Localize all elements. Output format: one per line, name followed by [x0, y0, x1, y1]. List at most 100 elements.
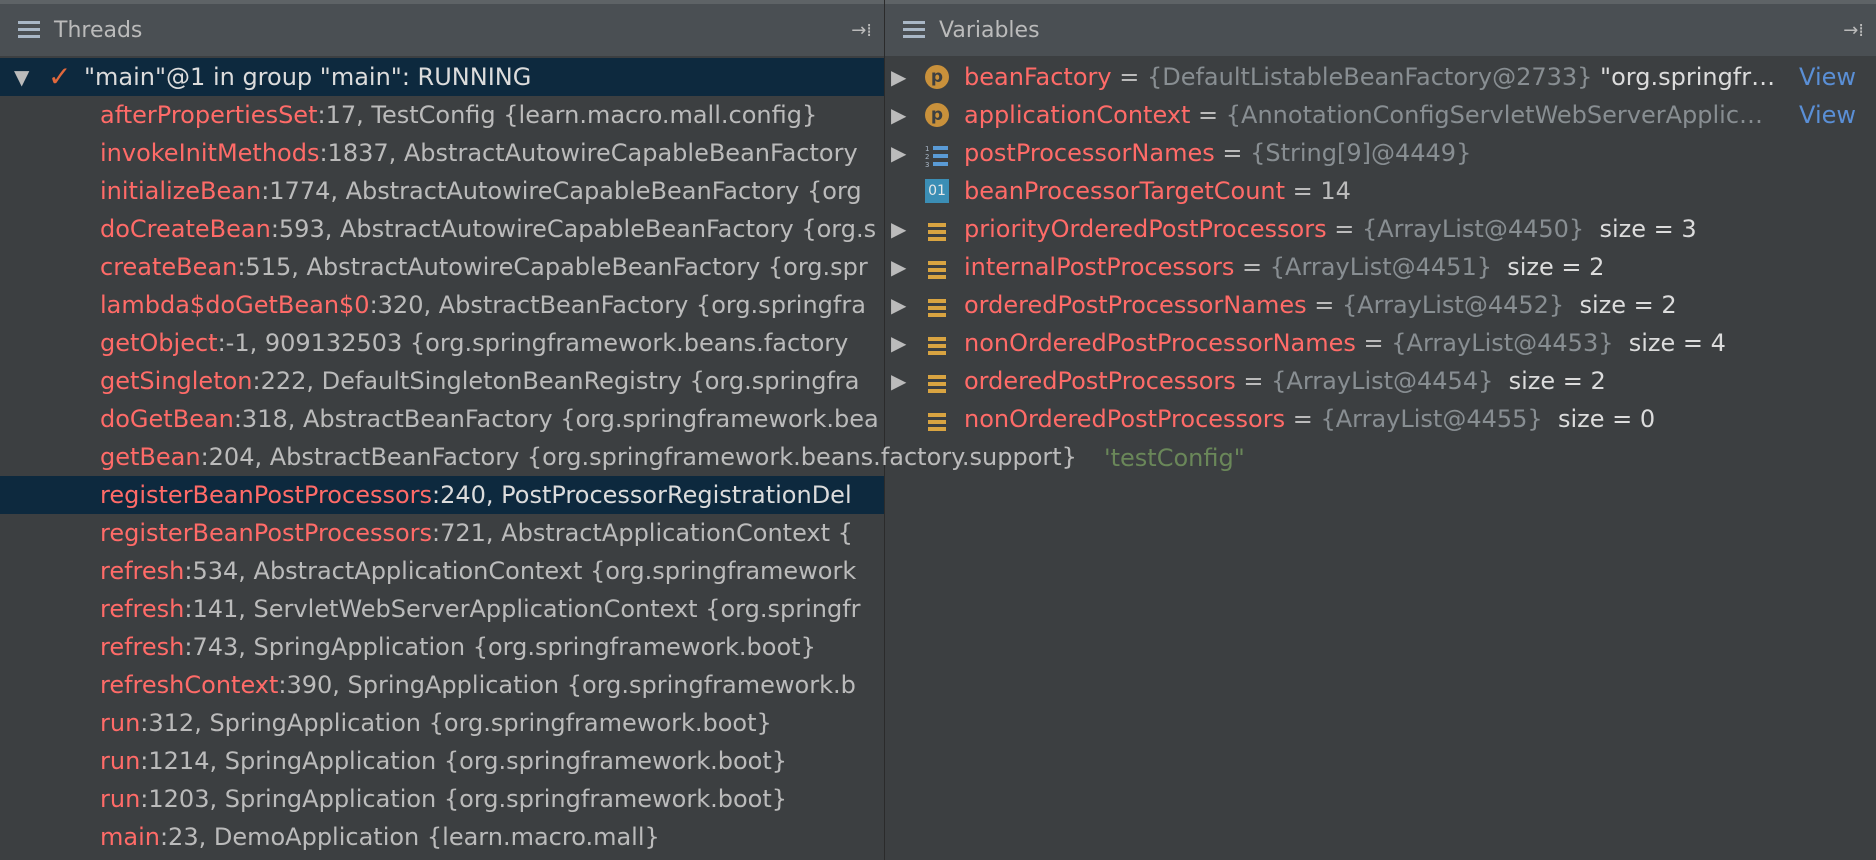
variable-row-beanFactory[interactable]: ▶ p beanFactory = {DefaultListableBeanFa… [885, 58, 1876, 96]
frame-row[interactable]: refresh:141, ServletWebServerApplication… [0, 590, 884, 628]
frame-row[interactable]: refresh:534, AbstractApplicationContext … [0, 552, 884, 590]
frame-row-selected[interactable]: registerBeanPostProcessors:240, PostProc… [0, 476, 884, 514]
variable-type: {ArrayList@4453} [1391, 329, 1614, 357]
variable-size: size = 3 [1584, 215, 1697, 243]
variable-name: applicationContext [964, 101, 1191, 129]
variable-row-orderedPostProcessors[interactable]: ▶ orderedPostProcessors = {ArrayList@445… [885, 362, 1876, 400]
array-icon: 1 2 3 [925, 141, 949, 169]
variable-name: internalPostProcessors [964, 253, 1235, 281]
frame-location: :390, SpringApplication {org.springframe… [278, 671, 856, 699]
variable-op: = [1190, 101, 1226, 129]
expand-triangle-icon[interactable]: ▼ [14, 58, 29, 96]
frame-row[interactable]: main:23, DemoApplication {learn.macro.ma… [0, 818, 884, 856]
frame-method: initializeBean [100, 177, 262, 205]
variable-type: {DefaultListableBeanFactory@2733} [1146, 63, 1593, 91]
frame-location: :318, AbstractBeanFactory {org.springfra… [233, 405, 879, 433]
frame-row[interactable]: doCreateBean:593, AbstractAutowireCapabl… [0, 210, 884, 248]
frame-row[interactable]: refreshContext:390, SpringApplication {o… [0, 666, 884, 704]
frame-location: :721, AbstractApplicationContext { [432, 519, 853, 547]
frame-method: getSingleton [100, 367, 253, 395]
frame-method: run [100, 709, 141, 737]
expand-triangle-icon[interactable]: ▶ [891, 248, 906, 286]
variable-name: postProcessorNames [964, 139, 1215, 167]
variable-type: {ArrayList@4455} [1320, 405, 1543, 433]
variables-list: ▶ p beanFactory = {DefaultListableBeanFa… [885, 58, 1876, 438]
frame-row[interactable]: getSingleton:222, DefaultSingletonBeanRe… [0, 362, 884, 400]
expand-triangle-icon[interactable]: ▶ [891, 362, 906, 400]
frame-method: invokeInitMethods [100, 139, 320, 167]
frame-row[interactable]: getObject:-1, 909132503 {org.springframe… [0, 324, 884, 362]
variable-name: orderedPostProcessors [964, 367, 1236, 395]
variable-op: = [1235, 367, 1272, 395]
frame-row[interactable]: refresh:743, SpringApplication {org.spri… [0, 628, 884, 666]
frame-location: :1203, SpringApplication {org.springfram… [140, 785, 788, 813]
pin-icon[interactable]: →⁞ [851, 20, 872, 41]
frame-row[interactable]: invokeInitMethods:1837, AbstractAutowire… [0, 134, 884, 172]
pin-icon[interactable]: →⁞ [1843, 20, 1864, 41]
frame-method: getBean [100, 443, 201, 471]
frame-location: :593, AbstractAutowireCapableBeanFactory… [270, 215, 877, 243]
variable-name: nonOrderedPostProcessorNames [964, 329, 1356, 357]
variable-row-orderedPostProcessorNames[interactable]: ▶ orderedPostProcessorNames = {ArrayList… [885, 286, 1876, 324]
expand-triangle-icon[interactable]: ▶ [891, 324, 906, 362]
svg-text:3: 3 [925, 161, 929, 168]
expand-triangle-icon[interactable]: ▶ [891, 210, 906, 248]
variables-panel: Variables →⁞ ▶ p beanFactory = {DefaultL… [884, 0, 1876, 860]
checkmark-icon: ✓ [48, 60, 72, 93]
variable-name: beanProcessorTargetCount [964, 177, 1286, 205]
variable-op: = [1285, 405, 1321, 433]
variable-row-beanProcessorTargetCount[interactable]: 01 beanProcessorTargetCount = 14 [885, 172, 1876, 210]
frame-method: getObject [100, 329, 218, 357]
frame-location: :1774, AbstractAutowireCapableBeanFactor… [261, 177, 862, 205]
variable-row-nonOrderedPostProcessorNames[interactable]: ▶ nonOrderedPostProcessorNames = {ArrayL… [885, 324, 1876, 362]
frame-row[interactable]: run:1214, SpringApplication {org.springf… [0, 742, 884, 780]
frame-row[interactable]: run:312, SpringApplication {org.springfr… [0, 704, 884, 742]
frame-row[interactable]: doGetBean:318, AbstractBeanFactory {org.… [0, 400, 884, 438]
frame-method: afterPropertiesSet [100, 101, 318, 129]
variable-size: size = 2 [1564, 291, 1677, 319]
expand-triangle-icon[interactable]: ▶ [891, 96, 906, 134]
variable-size: size = 0 [1542, 405, 1656, 433]
frame-location: :204, AbstractBeanFactory {org.springfra… [200, 443, 1077, 471]
variables-title: Variables [939, 17, 1040, 43]
variable-row-postProcessorNames[interactable]: ▶ 1 2 3 postProcessorNames = {String[9]@… [885, 134, 1876, 172]
p-field-icon: p [925, 65, 949, 89]
variable-row-internalPostProcessors[interactable]: ▶ internalPostProcessors = {ArrayList@44… [885, 248, 1876, 286]
frame-method: refresh [100, 557, 185, 585]
frame-row[interactable]: initializeBean:1774, AbstractAutowireCap… [0, 172, 884, 210]
variable-op: = [1355, 329, 1392, 357]
frame-row[interactable]: createBean:515, AbstractAutowireCapableB… [0, 248, 884, 286]
frame-location: :141, ServletWebServerApplicationContext… [184, 595, 861, 623]
expand-triangle-icon[interactable]: ▶ [891, 58, 906, 96]
frame-row[interactable]: lambda$doGetBean$0:320, AbstractBeanFact… [0, 286, 884, 324]
frame-method: main [100, 823, 160, 851]
threads-panel: Threads →⁞ ▼ ✓ "main"@1 in group "main":… [0, 0, 1077, 860]
view-link[interactable]: View [1799, 58, 1856, 96]
variable-row-nonOrderedPostProcessors[interactable]: nonOrderedPostProcessors = {ArrayList@44… [885, 400, 1876, 438]
frame-method: refresh [100, 595, 185, 623]
variable-op: = [1306, 291, 1342, 319]
variable-value: "org.springfr… [1592, 63, 1776, 91]
expand-triangle-icon[interactable]: ▶ [891, 134, 906, 172]
frame-method: refreshContext [100, 671, 279, 699]
thread-row-main[interactable]: ▼ ✓ "main"@1 in group "main": RUNNING [0, 58, 884, 96]
variable-type: {String[9]@4449} [1250, 139, 1472, 167]
frame-row[interactable]: getBean:204, AbstractBeanFactory {org.sp… [0, 438, 1100, 476]
variable-row-priorityOrderedPostProcessors[interactable]: ▶ priorityOrderedPostProcessors = {Array… [885, 210, 1876, 248]
frame-location: :1214, SpringApplication {org.springfram… [140, 747, 788, 775]
frame-location: :515, AbstractAutowireCapableBeanFactory… [237, 253, 868, 281]
expand-triangle-icon[interactable]: ▶ [891, 286, 906, 324]
primitive-icon: 01 [925, 179, 949, 203]
variable-type: {ArrayList@4452} [1341, 291, 1565, 319]
list-icon [925, 331, 949, 355]
frame-method: lambda$doGetBean$0 [100, 291, 370, 319]
frame-row[interactable]: run:1203, SpringApplication {org.springf… [0, 780, 884, 818]
variable-row-applicationContext[interactable]: ▶ p applicationContext = {AnnotationConf… [885, 96, 1876, 134]
frame-method: registerBeanPostProcessors [100, 481, 433, 509]
view-link[interactable]: View [1799, 96, 1856, 134]
threads-header: Threads →⁞ [0, 0, 884, 56]
frame-row[interactable]: registerBeanPostProcessors:721, Abstract… [0, 514, 884, 552]
frame-method: createBean [100, 253, 238, 281]
frame-row[interactable]: afterPropertiesSet:17, TestConfig {learn… [0, 96, 884, 134]
variable-type: {ArrayList@4450} [1361, 215, 1585, 243]
